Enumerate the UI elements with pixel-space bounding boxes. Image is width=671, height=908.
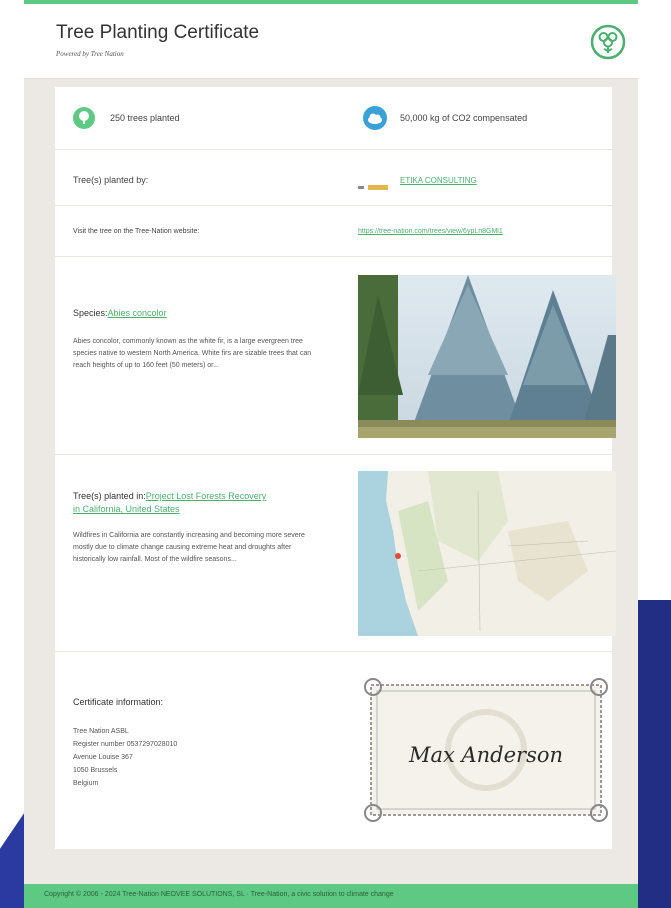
tree-icon bbox=[73, 107, 95, 129]
certificate-header: Tree Planting Certificate Powered by Tre… bbox=[24, 4, 638, 79]
visit-row: Visit the tree on the Tree-Nation websit… bbox=[55, 207, 612, 257]
certificate-page: Tree Planting Certificate Powered by Tre… bbox=[24, 0, 638, 908]
company-logo bbox=[358, 177, 392, 190]
project-map[interactable] bbox=[358, 471, 616, 636]
divider bbox=[55, 651, 612, 652]
info-line: Tree Nation ASBL bbox=[73, 728, 129, 735]
info-line: Belgium bbox=[73, 780, 99, 787]
company-link[interactable]: ETIKA CONSULTING bbox=[400, 176, 477, 185]
tree-url-link[interactable]: https://tree-nation.com/trees/view/6ypLn… bbox=[358, 228, 603, 235]
planted-by-label: Tree(s) planted by: bbox=[73, 175, 149, 185]
co2-compensated-text: 50,000 kg of CO2 compensated bbox=[400, 113, 528, 123]
species-link[interactable]: Abies concolor bbox=[108, 308, 167, 318]
info-line: Register number 0537297028010 bbox=[73, 741, 178, 748]
tree-nation-logo-icon[interactable] bbox=[590, 24, 626, 60]
project-row: Tree(s) planted in:Project Lost Forests … bbox=[55, 456, 616, 652]
cloud-icon bbox=[361, 106, 389, 130]
project-heading: Tree(s) planted in:Project Lost Forests … bbox=[73, 490, 273, 516]
visit-label: Visit the tree on the Tree-Nation websit… bbox=[73, 228, 200, 235]
planted-by-row: Tree(s) planted by: ETIKA CONSULTING bbox=[55, 151, 612, 206]
certificate-card: 250 trees planted 50,000 kg of CO2 compe… bbox=[55, 87, 616, 849]
species-label: Species: bbox=[73, 308, 108, 318]
project-description: Wildfires in California are constantly i… bbox=[73, 532, 305, 563]
species-row: Species:Abies concolor Abies concolor, c… bbox=[55, 258, 616, 455]
page-subtitle: Powered by Tree Nation bbox=[56, 50, 124, 58]
signature-name: Max Anderson bbox=[408, 743, 564, 767]
species-heading: Species:Abies concolor bbox=[73, 308, 167, 318]
info-line: Avenue Louise 367 bbox=[73, 754, 133, 761]
footer-copyright: Copyright © 2006 - 2024 Tree-Nation NEOV… bbox=[44, 891, 394, 898]
project-label: Tree(s) planted in: bbox=[73, 491, 146, 501]
trees-planted-text: 250 trees planted bbox=[110, 113, 180, 123]
certificate-info-heading: Certificate information: bbox=[73, 697, 164, 707]
info-line: 1050 Brussels bbox=[73, 767, 118, 774]
species-description: Abies concolor, commonly known as the wh… bbox=[73, 338, 312, 369]
divider bbox=[55, 454, 612, 455]
divider bbox=[55, 256, 612, 257]
species-photo bbox=[358, 275, 616, 438]
signature-frame: Max Anderson bbox=[363, 677, 609, 823]
divider bbox=[55, 149, 612, 150]
footer: Copyright © 2006 - 2024 Tree-Nation NEOV… bbox=[24, 884, 638, 908]
divider bbox=[55, 205, 612, 206]
stats-row: 250 trees planted 50,000 kg of CO2 compe… bbox=[55, 87, 612, 150]
page-title: Tree Planting Certificate bbox=[56, 22, 260, 43]
certificate-info-lines: Tree Nation ASBL Register number 0537297… bbox=[73, 725, 323, 790]
certificate-info-row: Certificate information: Tree Nation ASB… bbox=[55, 653, 612, 849]
